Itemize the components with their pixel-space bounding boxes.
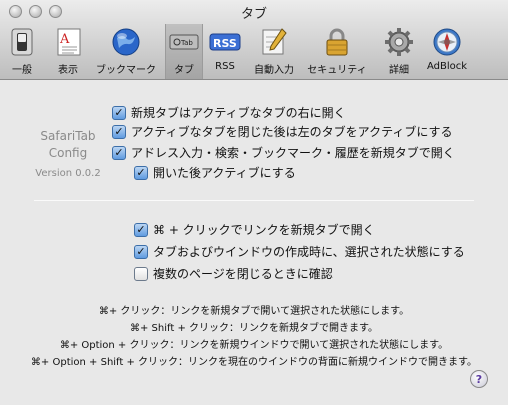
- option-confirm-close-multiple[interactable]: 複数のページを閉じるときに確認: [134, 265, 333, 282]
- shortcut-line: ⌘+ Option + Shift + クリック：リンクを現在のウインドウの背面…: [30, 357, 478, 368]
- toolbar-label: AdBlock: [426, 61, 468, 72]
- checkbox-checked[interactable]: ✓: [112, 105, 126, 120]
- app-title-line1: SafariTab: [40, 129, 96, 143]
- divider: [34, 200, 474, 201]
- checkbox-checked[interactable]: ✓: [134, 165, 148, 180]
- switch-icon: [6, 26, 38, 58]
- toolbar-item-appearance[interactable]: A 表示: [48, 24, 88, 79]
- toolbar-label: RSS: [215, 61, 235, 72]
- toolbar-item-adblock[interactable]: AdBlock: [422, 24, 472, 79]
- checkbox-checked[interactable]: ✓: [112, 124, 126, 139]
- font-appearance-icon: A: [52, 26, 84, 58]
- autofill-pencil-icon: [258, 26, 290, 58]
- app-title-line2: Config: [48, 146, 88, 160]
- toolbar-label: タブ: [174, 65, 194, 76]
- checkbox-unchecked[interactable]: [134, 266, 148, 281]
- option-label: ⌘ + クリックでリンクを新規タブで開く: [153, 223, 375, 237]
- toolbar-item-security[interactable]: セキュリティ: [304, 24, 370, 79]
- svg-text:A: A: [59, 32, 70, 47]
- toolbar-item-rss[interactable]: RSS RSS: [207, 24, 243, 79]
- toolbar-label: ブックマーク: [96, 65, 156, 76]
- option-label: 開いた後アクティブにする: [153, 166, 296, 180]
- option-label: 複数のページを閉じるときに確認: [153, 267, 333, 281]
- checkbox-checked[interactable]: ✓: [134, 244, 148, 259]
- toolbar: タブ 一般 A 表示 ブックマーク Tab タブ RSS RSS 自動入力 セキ…: [0, 0, 508, 80]
- toolbar-item-autofill[interactable]: 自動入力: [249, 24, 299, 79]
- toolbar-item-general[interactable]: 一般: [4, 24, 40, 79]
- option-label: アドレス入力・検索・ブックマーク・履歴を新規タブで開く: [131, 146, 455, 160]
- toolbar-label: セキュリティ: [307, 65, 367, 76]
- shortcut-line: ⌘+ クリック：リンクを新規タブで開いて選択された状態にします。: [98, 306, 410, 317]
- option-open-right-of-active[interactable]: ✓ 新規タブはアクティブなタブの右に開く: [112, 104, 346, 121]
- option-activate-after-open[interactable]: ✓ 開いた後アクティブにする: [134, 164, 296, 181]
- option-activate-left-on-close[interactable]: ✓ アクティブなタブを閉じた後は左のタブをアクティブにする: [112, 123, 452, 140]
- toolbar-label: 一般: [12, 65, 32, 76]
- toolbar-label: 詳細: [389, 65, 409, 76]
- globe-icon: [110, 26, 142, 58]
- option-label: アクティブなタブを閉じた後は左のタブをアクティブにする: [131, 125, 453, 139]
- shortcut-line: ⌘+ Shift + クリック：リンクを新規タブで開きます。: [129, 323, 379, 334]
- lock-icon: [321, 26, 353, 58]
- toolbar-item-advanced[interactable]: 詳細: [379, 24, 419, 79]
- option-select-on-create[interactable]: ✓ タブおよびウインドウの作成時に、選択された状態にする: [134, 243, 465, 260]
- svg-text:RSS: RSS: [213, 37, 237, 50]
- option-open-in-new-tab[interactable]: ✓ アドレス入力・検索・ブックマーク・履歴を新規タブで開く: [112, 144, 455, 161]
- svg-text:Tab: Tab: [180, 39, 193, 47]
- window-title: タブ: [240, 7, 267, 22]
- option-label: 新規タブはアクティブなタブの右に開く: [131, 106, 346, 120]
- option-cmd-click-new-tab[interactable]: ✓ ⌘ + クリックでリンクを新規タブで開く: [134, 221, 375, 238]
- toolbar-label: 表示: [58, 65, 78, 76]
- toolbar-label: 自動入力: [254, 65, 294, 76]
- compass-icon: [431, 26, 463, 58]
- shortcut-line: ⌘+ Option + クリック：リンクを新規ウインドウで開いて選択された状態に…: [59, 340, 449, 351]
- help-button[interactable]: ?: [470, 370, 488, 388]
- checkbox-checked[interactable]: ✓: [112, 145, 126, 160]
- checkbox-checked[interactable]: ✓: [134, 222, 148, 237]
- rss-icon: RSS: [209, 26, 241, 58]
- option-label: タブおよびウインドウの作成時に、選択された状態にする: [153, 245, 465, 259]
- toolbar-item-bookmarks[interactable]: ブックマーク: [91, 24, 161, 79]
- tabs-icon: Tab: [168, 26, 200, 58]
- preferences-window: タブ 一般 A 表示 ブックマーク Tab タブ RSS RSS 自動入力 セキ…: [0, 0, 508, 405]
- gear-icon: [383, 26, 415, 58]
- toolbar-item-tabs[interactable]: Tab タブ: [165, 24, 203, 79]
- app-version: Version 0.0.2: [35, 168, 101, 179]
